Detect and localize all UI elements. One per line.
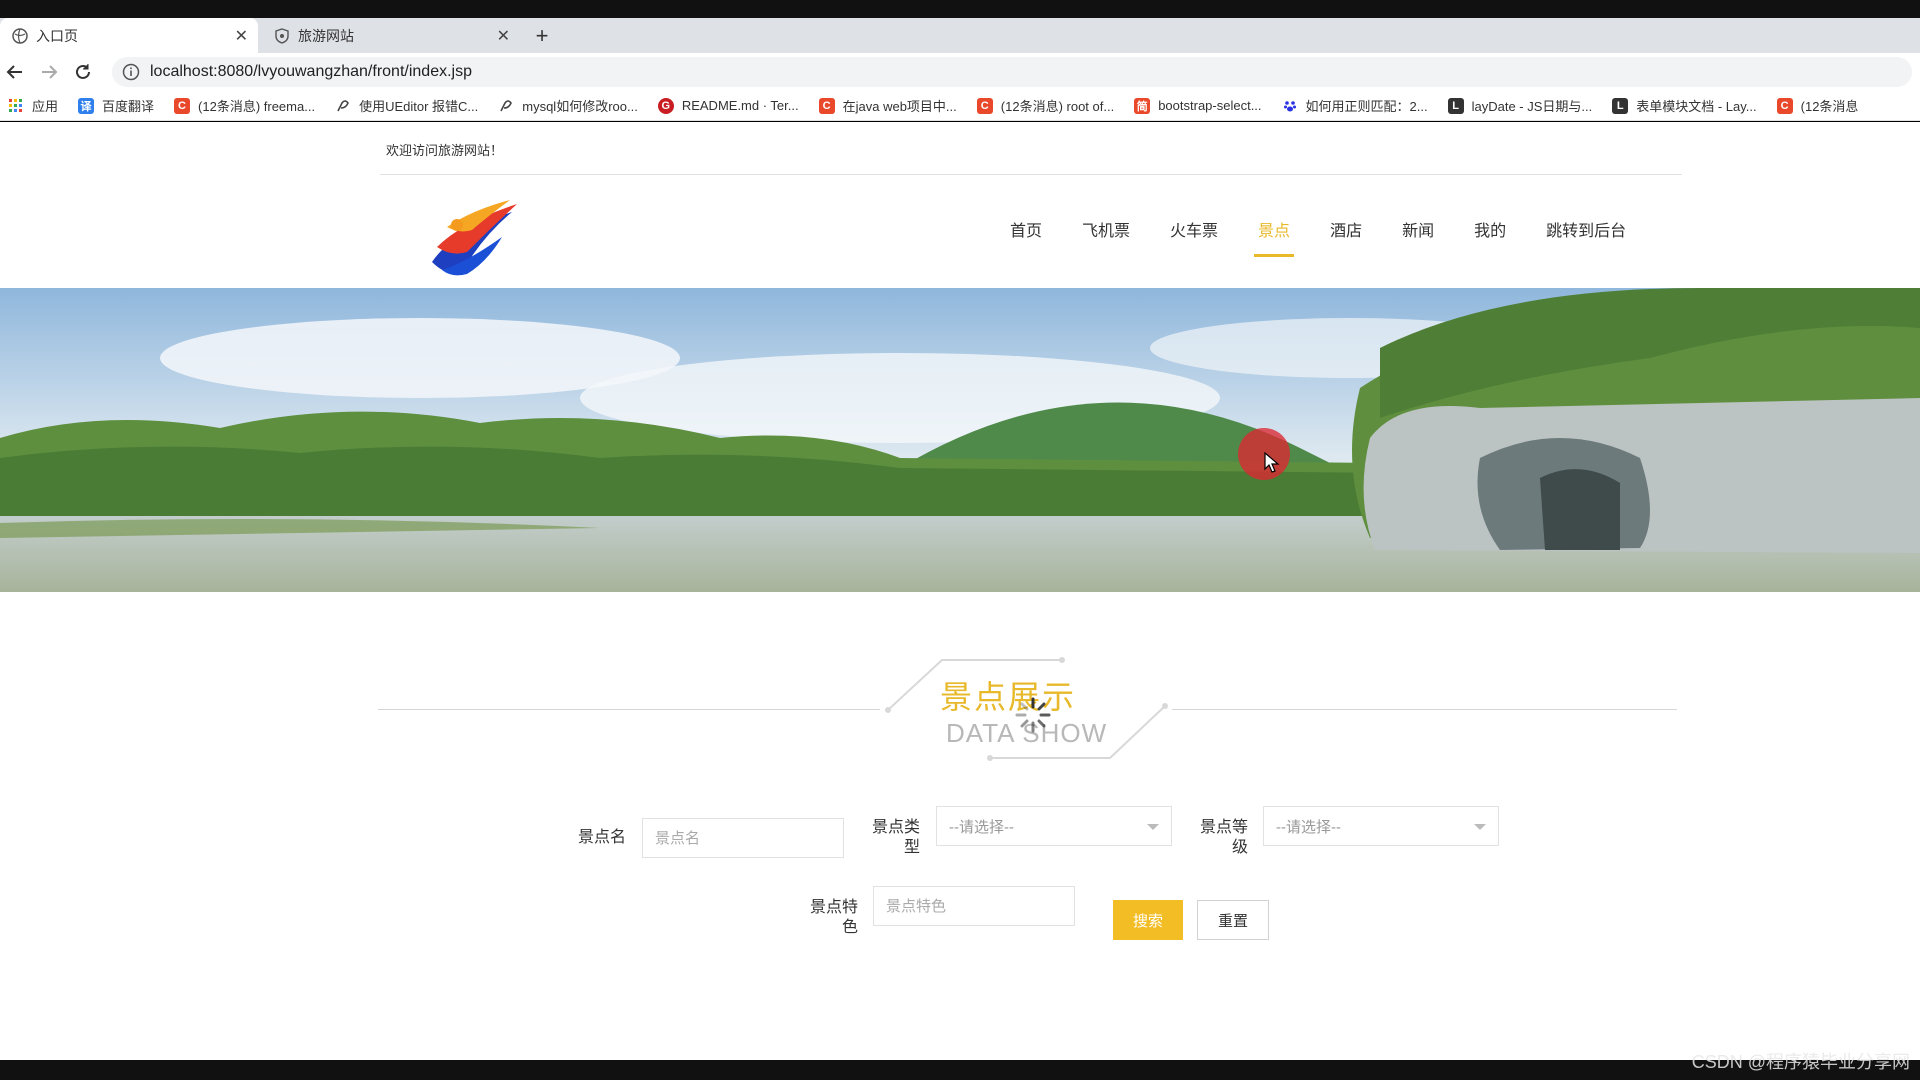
csdn-icon: C: [976, 97, 993, 114]
bookmark-item[interactable]: C (12条消息: [1776, 96, 1859, 115]
url-text: localhost:8080/lvyouwangzhan/front/index…: [150, 63, 472, 80]
feature-input[interactable]: [873, 886, 1075, 926]
chevron-down-icon: [1474, 824, 1486, 830]
top-black-bar: [0, 0, 1920, 18]
name-label: 景点名: [577, 829, 626, 846]
csdn-icon: C: [818, 97, 835, 114]
tab-title: 旅游网站: [298, 27, 354, 44]
tab-entry-page[interactable]: 入口页 ✕: [0, 18, 258, 53]
type-select[interactable]: --请选择--: [936, 806, 1172, 846]
loading-spinner-icon: [1015, 697, 1051, 733]
bookmark-item[interactable]: mysql如何修改roo...: [498, 96, 638, 115]
bookmark-label: 表单模块文档 - Lay...: [1636, 99, 1757, 114]
search-suggest-icon: [335, 98, 351, 114]
name-input[interactable]: [642, 818, 844, 858]
bookmark-label: README.md · Ter...: [681, 98, 799, 113]
screen: 入口页 ✕ 旅游网站 ✕ + localhost:8080/lvyouwangz…: [0, 0, 1920, 1080]
bookmark-label: (12条消息: [1800, 99, 1859, 114]
tab-travel-site[interactable]: 旅游网站 ✕: [262, 18, 520, 53]
address-bar[interactable]: localhost:8080/lvyouwangzhan/front/index…: [112, 57, 1912, 87]
nav-item[interactable]: 火车票: [1170, 217, 1218, 259]
mouse-cursor-icon: [1264, 452, 1280, 473]
bookmark-label: bootstrap-select...: [1158, 98, 1262, 113]
chevron-down-icon: [1147, 824, 1159, 830]
bookmark-item[interactable]: 应用: [8, 96, 58, 115]
info-icon[interactable]: [122, 63, 140, 81]
csdn-icon: C: [1776, 97, 1793, 114]
baidu-translate-icon: 译: [78, 97, 95, 114]
bookmark-item[interactable]: 译百度翻译: [78, 96, 154, 115]
bookmark-item[interactable]: C 在java web项目中...: [818, 96, 957, 115]
forward-arrow-icon[interactable]: [38, 61, 60, 83]
tab-strip: 入口页 ✕ 旅游网站 ✕ +: [0, 18, 1920, 53]
bookmark-item[interactable]: LlayDate - JS日期与...: [1447, 96, 1593, 115]
csdn-icon: C: [174, 97, 191, 114]
nav-item[interactable]: 酒店: [1330, 217, 1362, 259]
bookmark-label: 使用UEditor 报错C...: [359, 99, 479, 114]
bookmark-label: (12条消息) freema...: [198, 99, 316, 114]
baidu-paw-icon: [1282, 98, 1298, 114]
bookmark-item[interactable]: 如何用正则匹配：2...: [1282, 96, 1428, 115]
nav-item[interactable]: 景点: [1254, 217, 1295, 259]
header-divider: [380, 174, 1682, 175]
nav-item[interactable]: 跳转到后台: [1546, 217, 1626, 259]
level-select[interactable]: --请选择--: [1263, 806, 1499, 846]
type-label: 景点类型: [871, 819, 920, 856]
nav-item[interactable]: 我的: [1474, 217, 1506, 259]
bookmark-item[interactable]: 简 bootstrap-select...: [1134, 97, 1262, 114]
web-page: 欢迎访问旅游网站！ 首页 飞机票 火车票 景点 酒店 新闻 我的 跳转到后台 景…: [0, 122, 1920, 1060]
type-select-value: --请选择--: [949, 818, 1014, 836]
globe-icon: [12, 27, 28, 44]
nav-item[interactable]: 飞机票: [1082, 217, 1130, 259]
landscape-image: [0, 288, 1920, 592]
bookmark-label: 在java web项目中...: [842, 99, 957, 114]
main-nav: 首页 飞机票 火车票 景点 酒店 新闻 我的 跳转到后台: [990, 217, 1646, 259]
feature-label: 景点特色: [809, 899, 858, 936]
welcome-text: 欢迎访问旅游网站！: [386, 143, 504, 158]
section-divider-left: [378, 709, 880, 710]
apps-grid-icon: [8, 98, 24, 114]
bookmark-label: 如何用正则匹配：2...: [1305, 99, 1428, 114]
bookmarks-bar: 应用 译百度翻译 C (12条消息) freema... 使用UEditor 报错C..…: [0, 91, 1920, 121]
bookmark-label: 百度翻译: [102, 99, 155, 114]
close-icon[interactable]: ✕: [497, 26, 510, 46]
shield-icon: [274, 27, 290, 44]
bookmark-item[interactable]: C (12条消息) freema...: [174, 96, 315, 115]
nav-item[interactable]: 首页: [1010, 217, 1042, 259]
bookmark-item[interactable]: G README.md · Ter...: [657, 97, 799, 114]
bookmark-item[interactable]: C (12条消息) root of...: [976, 96, 1115, 115]
gitee-icon: G: [657, 97, 674, 114]
reset-button[interactable]: 重置: [1197, 900, 1269, 940]
bookmark-label: 应用: [32, 99, 59, 114]
bookmark-item[interactable]: 使用UEditor 报错C...: [335, 96, 478, 115]
section-divider-right: [1172, 709, 1677, 710]
nav-item[interactable]: 新闻: [1402, 217, 1434, 259]
search-button[interactable]: 搜索: [1113, 900, 1183, 940]
layui-icon: L: [1447, 97, 1464, 114]
layui-icon: L: [1612, 97, 1629, 114]
bookmark-label: mysql如何修改roo...: [522, 99, 638, 114]
jianshu-icon: 简: [1134, 97, 1151, 114]
bookmark-item[interactable]: L 表单模块文档 - Lay...: [1612, 96, 1757, 115]
tab-title: 入口页: [36, 27, 78, 44]
bookmark-label: layDate - JS日期与...: [1471, 99, 1593, 114]
reload-icon[interactable]: [72, 61, 94, 83]
site-logo[interactable]: [422, 192, 532, 282]
browser-toolbar: localhost:8080/lvyouwangzhan/front/index…: [0, 53, 1920, 91]
close-icon[interactable]: ✕: [235, 26, 248, 46]
new-tab-button[interactable]: +: [530, 18, 554, 53]
level-select-value: --请选择--: [1276, 818, 1341, 836]
bottom-black-bar: [0, 1060, 1920, 1080]
level-label: 景点等级: [1199, 819, 1248, 856]
back-arrow-icon[interactable]: [4, 61, 26, 83]
banner-carousel[interactable]: [0, 288, 1920, 592]
bookmark-label: (12条消息) root of...: [1000, 99, 1115, 114]
search-suggest-icon: [498, 98, 514, 114]
watermark: CSDN @程序猿毕业分享网: [1691, 1052, 1910, 1072]
